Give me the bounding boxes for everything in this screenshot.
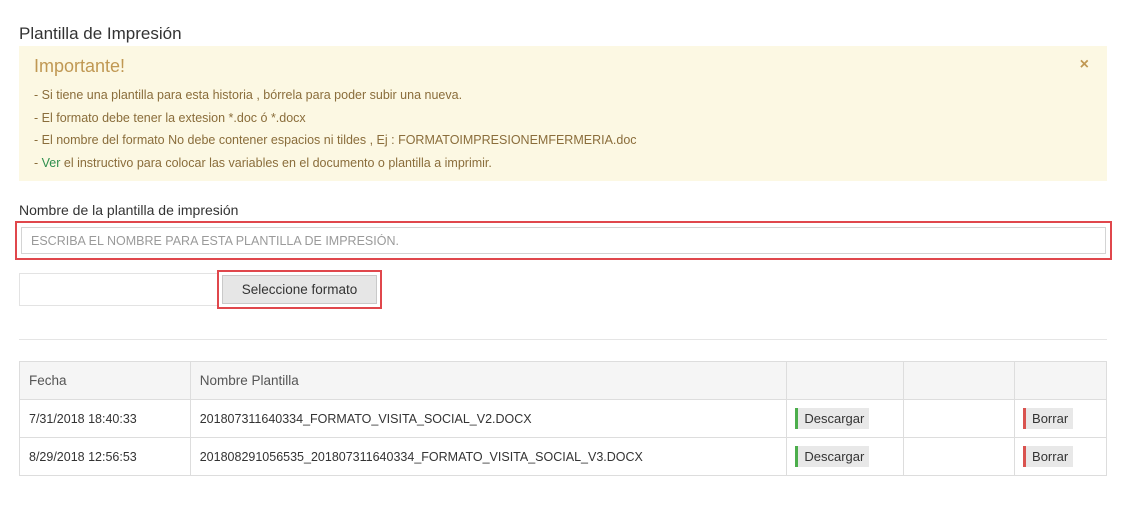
download-button[interactable]: Descargar [795, 446, 870, 467]
cell-delete: Borrar [1014, 437, 1107, 476]
templates-table: Fecha Nombre Plantilla 7/31/2018 18:40:3… [19, 361, 1107, 476]
alert-line: - El formato debe tener la extesion *.do… [34, 110, 306, 125]
select-format-highlight: Seleccione formato [217, 270, 382, 309]
alert-title: Importante! [34, 56, 126, 76]
download-button[interactable]: Descargar [795, 408, 870, 429]
close-icon[interactable]: × [1080, 56, 1089, 74]
template-name-input[interactable] [21, 227, 1106, 254]
divider [19, 339, 1107, 340]
alert-lines: - Si tiene una plantilla para esta histo… [34, 87, 637, 177]
cell-blank [903, 437, 1016, 476]
cell-nombre: 201807311640334_FORMATO_VISITA_SOCIAL_V2… [189, 399, 788, 438]
delete-button[interactable]: Borrar [1023, 408, 1074, 429]
cell-download: Descargar [786, 437, 905, 476]
cell-blank [903, 399, 1016, 438]
column-header-delete [1014, 361, 1107, 400]
column-header-download [786, 361, 905, 400]
table-row: 8/29/2018 12:56:53 201808291056535_20180… [19, 437, 1107, 476]
page-title: Plantilla de Impresión [19, 24, 182, 43]
column-header-fecha: Fecha [19, 361, 191, 400]
select-format-button[interactable]: Seleccione formato [222, 275, 377, 304]
cell-delete: Borrar [1014, 399, 1107, 438]
alert-line: - Ver el instructivo para colocar las va… [34, 155, 637, 178]
cell-fecha: 8/29/2018 12:56:53 [19, 437, 191, 476]
cell-download: Descargar [786, 399, 905, 438]
template-name-label: Nombre de la plantilla de impresión [19, 202, 239, 218]
cell-nombre: 201808291056535_201807311640334_FORMATO_… [189, 437, 788, 476]
file-display-field[interactable] [19, 273, 219, 306]
column-header-blank [903, 361, 1016, 400]
cell-fecha: 7/31/2018 18:40:33 [19, 399, 191, 438]
table-row: 7/31/2018 18:40:33 201807311640334_FORMA… [19, 399, 1107, 438]
column-header-nombre: Nombre Plantilla [189, 361, 788, 400]
alert-line-text: el instructivo para colocar las variable… [60, 155, 492, 170]
ver-instructivo-link[interactable]: Ver [42, 156, 61, 170]
important-alert: Importante! × - Si tiene una plantilla p… [19, 46, 1107, 181]
delete-button[interactable]: Borrar [1023, 446, 1074, 467]
table-header-row: Fecha Nombre Plantilla [19, 361, 1107, 400]
alert-line: - El nombre del formato No debe contener… [34, 133, 637, 147]
alert-line: - Si tiene una plantilla para esta histo… [34, 88, 463, 102]
alert-line-prefix: - [34, 155, 42, 170]
template-name-highlight [15, 221, 1112, 260]
